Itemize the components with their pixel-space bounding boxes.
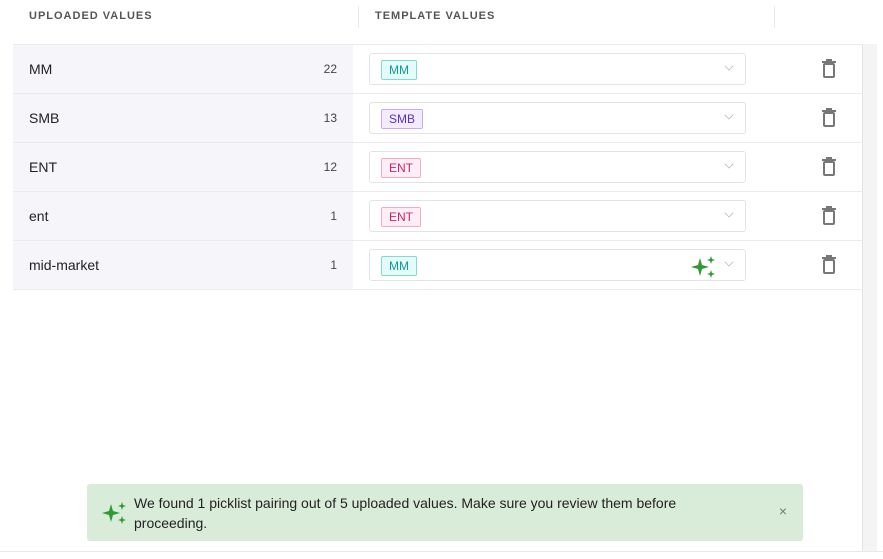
toast-message: We found 1 picklist pairing out of 5 upl…: [134, 495, 677, 531]
value-count: 22: [323, 62, 337, 76]
trash-icon: [822, 206, 836, 225]
uploaded-value: mid-market: [29, 257, 100, 273]
chevron-down-icon: [724, 257, 734, 267]
delete-row-button[interactable]: [822, 255, 836, 280]
delete-row-button[interactable]: [822, 59, 836, 84]
template-value-tag: ENT: [381, 158, 421, 178]
trash-icon: [822, 108, 836, 127]
chevron-down-icon: [724, 61, 734, 71]
mapping-table: MM 22 MM SMB 13 SMB ENT 12 ENT ent 1 ENT…: [13, 44, 862, 290]
delete-row-button[interactable]: [822, 108, 836, 133]
column-divider: [774, 6, 775, 28]
table-row: ent 1 ENT: [13, 192, 862, 241]
chevron-down-icon: [724, 208, 734, 218]
template-value-tag: MM: [381, 60, 417, 80]
trash-icon: [822, 59, 836, 78]
divider: [0, 551, 883, 552]
template-value-select[interactable]: ENT: [369, 151, 746, 183]
scrollbar[interactable]: [862, 44, 877, 552]
uploaded-value: SMB: [29, 110, 60, 126]
template-value-select[interactable]: SMB: [369, 102, 746, 134]
uploaded-value-cell: SMB 13: [13, 94, 353, 142]
template-values-header: TEMPLATE VALUES: [375, 10, 496, 22]
delete-row-button[interactable]: [822, 157, 836, 182]
template-value-select[interactable]: ENT: [369, 200, 746, 232]
uploaded-value-cell: mid-market 1: [13, 241, 353, 289]
value-count: 12: [323, 160, 337, 174]
table-row: MM 22 MM: [13, 45, 862, 94]
value-count: 1: [330, 258, 337, 272]
value-count: 13: [323, 111, 337, 125]
template-value-tag: ENT: [381, 207, 421, 227]
uploaded-value: ent: [29, 208, 49, 224]
template-value-select[interactable]: MM: [369, 53, 746, 85]
table-row: ENT 12 ENT: [13, 143, 862, 192]
uploaded-value-cell: ENT 12: [13, 143, 353, 191]
column-divider: [358, 6, 359, 28]
trash-icon: [822, 157, 836, 176]
ai-sparkle-icon: [691, 254, 717, 285]
uploaded-value-cell: MM 22: [13, 45, 353, 93]
uploaded-values-header: UPLOADED VALUES: [29, 10, 153, 22]
uploaded-value-cell: ent 1: [13, 192, 353, 240]
delete-row-button[interactable]: [822, 206, 836, 231]
chevron-down-icon: [724, 110, 734, 120]
value-count: 1: [330, 209, 337, 223]
table-row: SMB 13 SMB: [13, 94, 862, 143]
template-value-tag: MM: [381, 256, 417, 276]
uploaded-value: ENT: [29, 159, 57, 175]
ai-pairing-toast: We found 1 picklist pairing out of 5 upl…: [87, 484, 803, 541]
trash-icon: [822, 255, 836, 274]
template-value-select[interactable]: MM: [369, 249, 746, 281]
table-row: mid-market 1 MM: [13, 241, 862, 290]
chevron-down-icon: [724, 159, 734, 169]
sparkle-icon: [102, 502, 126, 524]
template-value-tag: SMB: [381, 109, 424, 129]
close-toast-button[interactable]: ×: [779, 503, 787, 519]
uploaded-value: MM: [29, 61, 53, 77]
